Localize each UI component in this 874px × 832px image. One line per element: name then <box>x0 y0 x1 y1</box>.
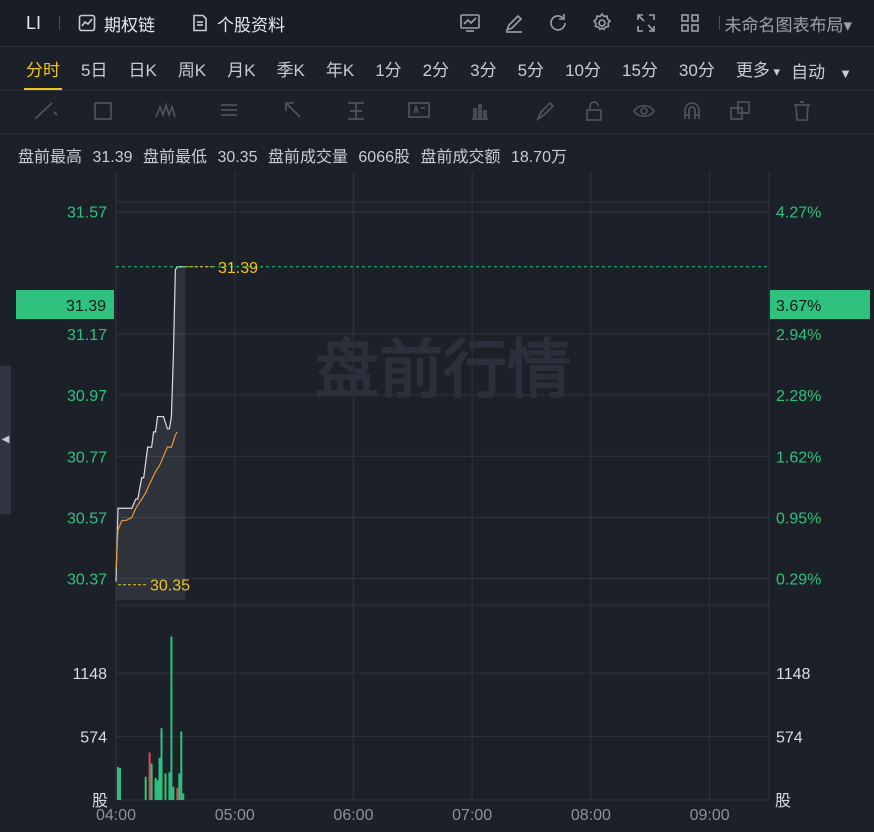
price-tick-label: 30.97 <box>67 388 107 405</box>
volume-bar <box>176 787 179 800</box>
volume-bar <box>118 767 121 800</box>
time-axis: 04:00 05:00 06:00 07:00 08:00 09:00 <box>96 807 730 824</box>
volume-bar <box>178 773 181 800</box>
percent-tick-label: 2.94% <box>776 327 821 344</box>
volume-bar <box>154 777 157 800</box>
price-tick-label: 30.37 <box>67 572 107 589</box>
volume-bar <box>148 752 151 800</box>
percent-tick-label: 1.62% <box>776 449 821 466</box>
time-tick-label: 04:00 <box>96 807 136 824</box>
volume-tick-label: 1148 <box>776 666 811 683</box>
price-tick-label: 31.17 <box>67 327 107 344</box>
current-price-tags: 31.39 3.67% <box>16 290 870 319</box>
volume-bar <box>158 758 161 800</box>
volume-bar <box>168 772 171 800</box>
price-tick-label: 30.57 <box>67 510 107 527</box>
time-tick-label: 05:00 <box>215 807 255 824</box>
percent-tick-label: 0.95% <box>776 510 821 527</box>
time-tick-label: 07:00 <box>452 807 492 824</box>
volume-bar <box>182 793 185 800</box>
volume-bar <box>156 780 159 800</box>
chart-grid <box>115 172 770 801</box>
volume-bar <box>180 731 183 800</box>
volume-plot <box>116 636 185 800</box>
percent-tick-label: 0.29% <box>776 572 821 589</box>
volume-unit-label: 股 <box>775 792 791 810</box>
volume-bar <box>150 763 153 800</box>
volume-bar <box>172 786 175 800</box>
price-tick-label: 30.77 <box>67 449 107 466</box>
min-marker-label: 30.35 <box>150 578 190 595</box>
percent-tick-label: 4.27% <box>776 205 821 222</box>
max-marker-label: 31.39 <box>218 260 258 277</box>
volume-bar <box>144 776 147 800</box>
premarket-watermark: 盘前行情 <box>315 334 571 408</box>
intraday-chart[interactable]: 盘前行情 31.57 31.17 30.97 30.77 30.57 30.37 1148 5… <box>0 0 874 832</box>
current-percent-value: 3.67% <box>776 298 821 315</box>
price-plot: 31.39 30.35 <box>115 260 769 600</box>
time-tick-label: 09:00 <box>690 807 730 824</box>
volume-bar <box>170 636 173 800</box>
volume-tick-label: 574 <box>776 730 803 747</box>
time-tick-label: 06:00 <box>333 807 373 824</box>
volume-bar <box>164 773 167 800</box>
time-tick-label: 08:00 <box>571 807 611 824</box>
volume-tick-label: 574 <box>80 730 107 747</box>
percent-tick-label: 2.28% <box>776 388 821 405</box>
price-tick-label: 31.57 <box>67 205 107 222</box>
volume-tick-label: 1148 <box>73 666 108 683</box>
volume-bar <box>160 728 163 800</box>
current-price-value: 31.39 <box>66 298 106 315</box>
volume-bar <box>116 766 119 800</box>
